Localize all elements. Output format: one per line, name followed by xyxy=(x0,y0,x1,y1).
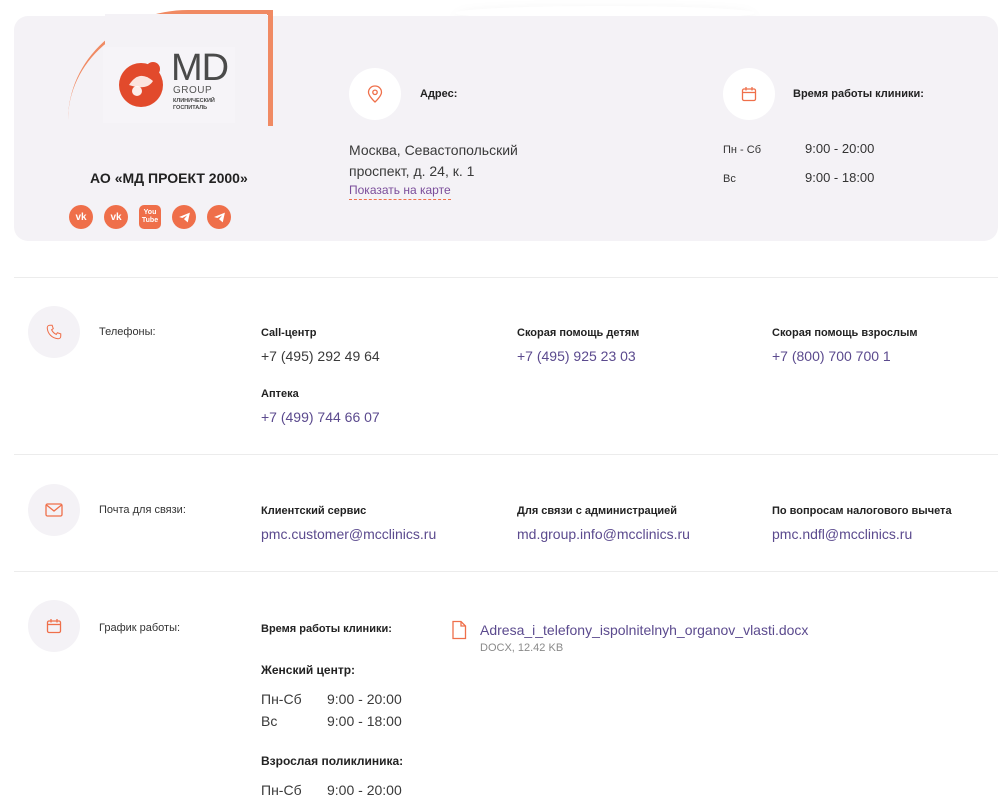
social-links: vk vk You Tube xyxy=(69,205,231,229)
location-pin-icon xyxy=(349,68,401,120)
hours-time: 9:00 - 18:00 xyxy=(805,170,875,185)
divider xyxy=(14,277,998,278)
document-download-link[interactable]: Adresa_i_telefony_ispolnitelnyh_organov_… xyxy=(480,622,808,638)
show-on-map-link[interactable]: Показать на карте xyxy=(349,183,451,200)
logo-subtitle-1: КЛИНИЧЕСКИЙ xyxy=(173,98,215,104)
address-line-2: проспект, д. 24, к. 1 xyxy=(349,163,475,179)
callcenter-label: Call-центр xyxy=(261,327,317,339)
vk-icon[interactable]: vk xyxy=(104,205,128,229)
company-name: АО «МД ПРОЕКТ 2000» xyxy=(90,170,248,186)
calendar-icon xyxy=(28,600,80,652)
administration-label: Для связи с администрацией xyxy=(517,505,678,517)
telegram-icon[interactable] xyxy=(172,205,196,229)
schedule-time: 9:00 - 20:00 xyxy=(327,782,402,798)
hours-day: Пн - Сб xyxy=(723,144,762,156)
md-group-logo[interactable]: MD GROUP КЛИНИЧЕСКИЙ ГОСПИТАЛЬ xyxy=(103,47,235,123)
women-center-label: Женский центр: xyxy=(261,663,356,677)
document-icon xyxy=(451,620,467,645)
adults-emergency-phone[interactable]: +7 (800) 700 700 1 xyxy=(772,348,891,364)
document-meta: DOCX, 12.42 KB xyxy=(480,642,564,654)
vk-icon[interactable]: vk xyxy=(69,205,93,229)
callcenter-phone[interactable]: +7 (495) 292 49 64 xyxy=(261,348,380,364)
logo-mark-icon xyxy=(119,62,163,107)
divider xyxy=(14,571,998,572)
client-service-label: Клиентский сервис xyxy=(261,505,367,517)
phone-icon xyxy=(28,306,80,358)
client-service-email[interactable]: pmc.customer@mcclinics.ru xyxy=(261,526,436,542)
address-text: Москва, Севастопольский проспект, д. 24,… xyxy=(349,140,579,182)
logo-md-text: MD xyxy=(171,47,229,89)
phones-title: Телефоны: xyxy=(99,326,156,338)
schedule-day: Пн-Сб xyxy=(261,691,302,707)
mail-icon xyxy=(28,484,80,536)
adult-clinic-label: Взрослая поликлиника: xyxy=(261,754,404,768)
children-emergency-phone[interactable]: +7 (495) 925 23 03 xyxy=(517,348,636,364)
logo-subtitle-2: ГОСПИТАЛЬ xyxy=(173,105,208,111)
address-label: Адрес: xyxy=(420,88,458,100)
pharmacy-label: Аптека xyxy=(261,388,299,400)
calendar-icon xyxy=(723,68,775,120)
clinic-hours-label: Время работы клиники: xyxy=(793,88,924,100)
divider xyxy=(14,454,998,455)
hours-time: 9:00 - 20:00 xyxy=(805,141,875,156)
schedule-day: Пн-Сб xyxy=(261,782,302,798)
youtube-icon[interactable]: You Tube xyxy=(139,205,161,229)
adults-emergency-label: Скорая помощь взрослым xyxy=(772,327,918,339)
children-emergency-label: Скорая помощь детям xyxy=(517,327,640,339)
schedule-title: График работы: xyxy=(99,622,181,634)
mail-title: Почта для связи: xyxy=(99,504,186,516)
tax-deduction-email[interactable]: pmc.ndfl@mcclinics.ru xyxy=(772,526,912,542)
address-line-1: Москва, Севастопольский xyxy=(349,142,518,158)
schedule-clinic-label: Время работы клиники: xyxy=(261,623,392,635)
hours-day: Вс xyxy=(723,173,736,185)
pharmacy-phone[interactable]: +7 (499) 744 66 07 xyxy=(261,409,380,425)
administration-email[interactable]: md.group.info@mcclinics.ru xyxy=(517,526,690,542)
schedule-day: Вс xyxy=(261,713,278,729)
tax-deduction-label: По вопросам налогового вычета xyxy=(772,505,952,517)
schedule-time: 9:00 - 18:00 xyxy=(327,713,402,729)
telegram-icon[interactable] xyxy=(207,205,231,229)
schedule-time: 9:00 - 20:00 xyxy=(327,691,402,707)
logo-group-text: GROUP xyxy=(173,85,213,96)
